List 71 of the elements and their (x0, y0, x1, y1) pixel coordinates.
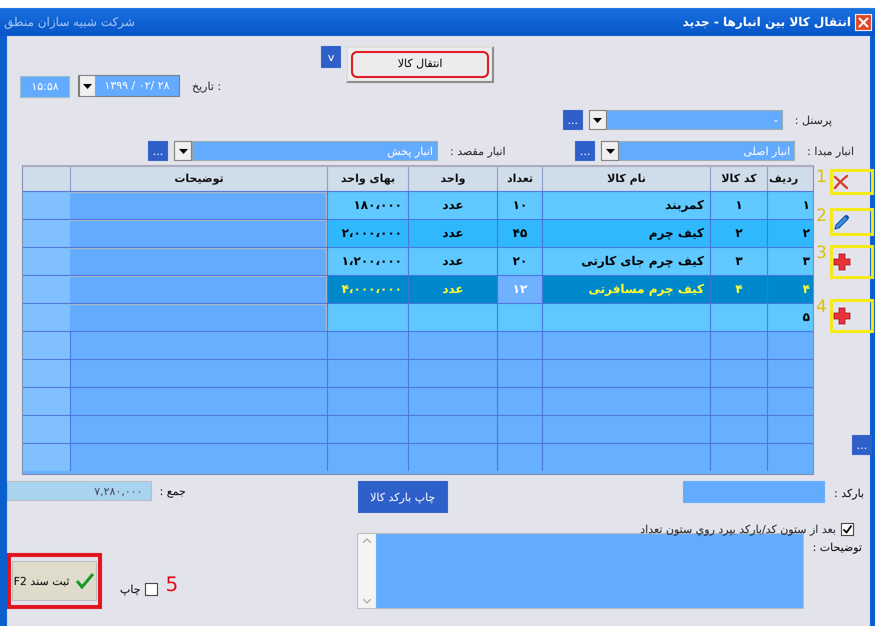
more-button[interactable]: ... (562, 110, 583, 130)
check-icon (75, 572, 96, 590)
table-cell (23, 444, 70, 471)
field-label: پرسنل : (794, 114, 832, 126)
pencil-icon[interactable] (833, 213, 851, 231)
plus-icon[interactable] (833, 253, 851, 271)
table-row[interactable]: ۵ (23, 303, 813, 331)
more-button[interactable]: ... (852, 435, 872, 455)
table-row[interactable] (23, 387, 813, 415)
table-cell (23, 248, 70, 275)
dropdown-button[interactable] (601, 141, 620, 161)
caret-icon (606, 148, 615, 154)
table-row[interactable]: ۱ ۱ کمربند ۱۰ عدد ۱۸۰،۰۰۰ (23, 191, 813, 219)
total-field: ۷,۲۸۰,۰۰۰ (7, 481, 152, 501)
checkbox-label: بعد از ستون کد/بارکد بپرد روي ستون تعداد (640, 523, 836, 536)
dropdown-button[interactable] (174, 141, 192, 161)
callout-number: 4 (816, 297, 827, 317)
total-label: جمع : (160, 485, 186, 498)
table-row[interactable]: ۳ ۳ کیف چرم جای کارتی ۲۰ عدد ۱،۲۰۰،۰۰۰ (23, 247, 813, 275)
scroll-up-icon[interactable] (363, 538, 371, 543)
table-cell (23, 220, 70, 247)
time-field: ۱۵:۵۸ (20, 76, 70, 98)
table-cell (23, 304, 70, 331)
scroll-down-icon[interactable] (363, 599, 371, 604)
table-cell (23, 332, 70, 359)
table-row[interactable] (23, 331, 813, 359)
checkbox-label: چاپ (120, 583, 141, 596)
caret-icon (178, 148, 188, 154)
window-title: انتقال کالا بین انبارها - جدید (682, 15, 851, 29)
table-row[interactable] (23, 443, 813, 471)
menu-button[interactable]: v (321, 46, 342, 68)
callout-number: 5 (166, 572, 178, 596)
company-name: شرکت شبیه سازان منطق (4, 15, 135, 29)
caret-icon (593, 118, 602, 122)
table-cell (23, 192, 70, 219)
delete-icon[interactable] (833, 174, 849, 190)
notes-label: توضیحات : (812, 541, 862, 554)
highlight-frame (830, 169, 874, 195)
dropdown-button[interactable] (588, 110, 607, 130)
barcode-field[interactable] (682, 481, 826, 503)
callout-number: 1 (816, 167, 827, 187)
more-button[interactable]: ... (575, 141, 596, 161)
field-label: انبار مقصد : (450, 144, 506, 158)
scrollbar[interactable] (358, 534, 376, 608)
table-cell (23, 388, 70, 415)
table-row[interactable]: ۴ ۴ کیف چرم مسافرتی ۱۲ عدد ۴،۰۰۰،۰۰۰ (23, 275, 813, 303)
more-button[interactable]: ... (148, 141, 168, 161)
table-row[interactable] (23, 359, 813, 387)
caret-icon (83, 84, 92, 88)
checkbox[interactable] (144, 583, 158, 596)
print-barcode-button[interactable]: چاپ بارکد کالا (358, 481, 448, 513)
close-icon[interactable] (858, 16, 869, 28)
highlight-frame (830, 299, 874, 333)
table-cell (23, 360, 70, 387)
date-label: تاریخ : (192, 80, 222, 93)
plus-icon[interactable] (833, 307, 851, 325)
callout-number: 3 (816, 243, 827, 263)
table-row[interactable]: ۲ ۲ کیف چرم ۴۵ عدد ۲،۰۰۰،۰۰۰ (23, 219, 813, 247)
checkbox[interactable] (841, 523, 854, 536)
submit-button[interactable]: ثبت سند F2 (12, 561, 97, 601)
field-label: انبار مبدا : (807, 144, 854, 158)
highlight-frame (830, 245, 874, 279)
close-button[interactable] (855, 14, 872, 30)
table-cell (23, 276, 70, 303)
highlight-frame (830, 208, 874, 236)
barcode-label: بارکد : (833, 487, 864, 500)
table-cell (23, 416, 70, 443)
transfer-button[interactable]: انتقال کالا (346, 46, 494, 83)
table-cell: ۱۲ (497, 276, 542, 303)
table-row[interactable] (23, 415, 813, 443)
callout-number: 2 (816, 206, 827, 226)
